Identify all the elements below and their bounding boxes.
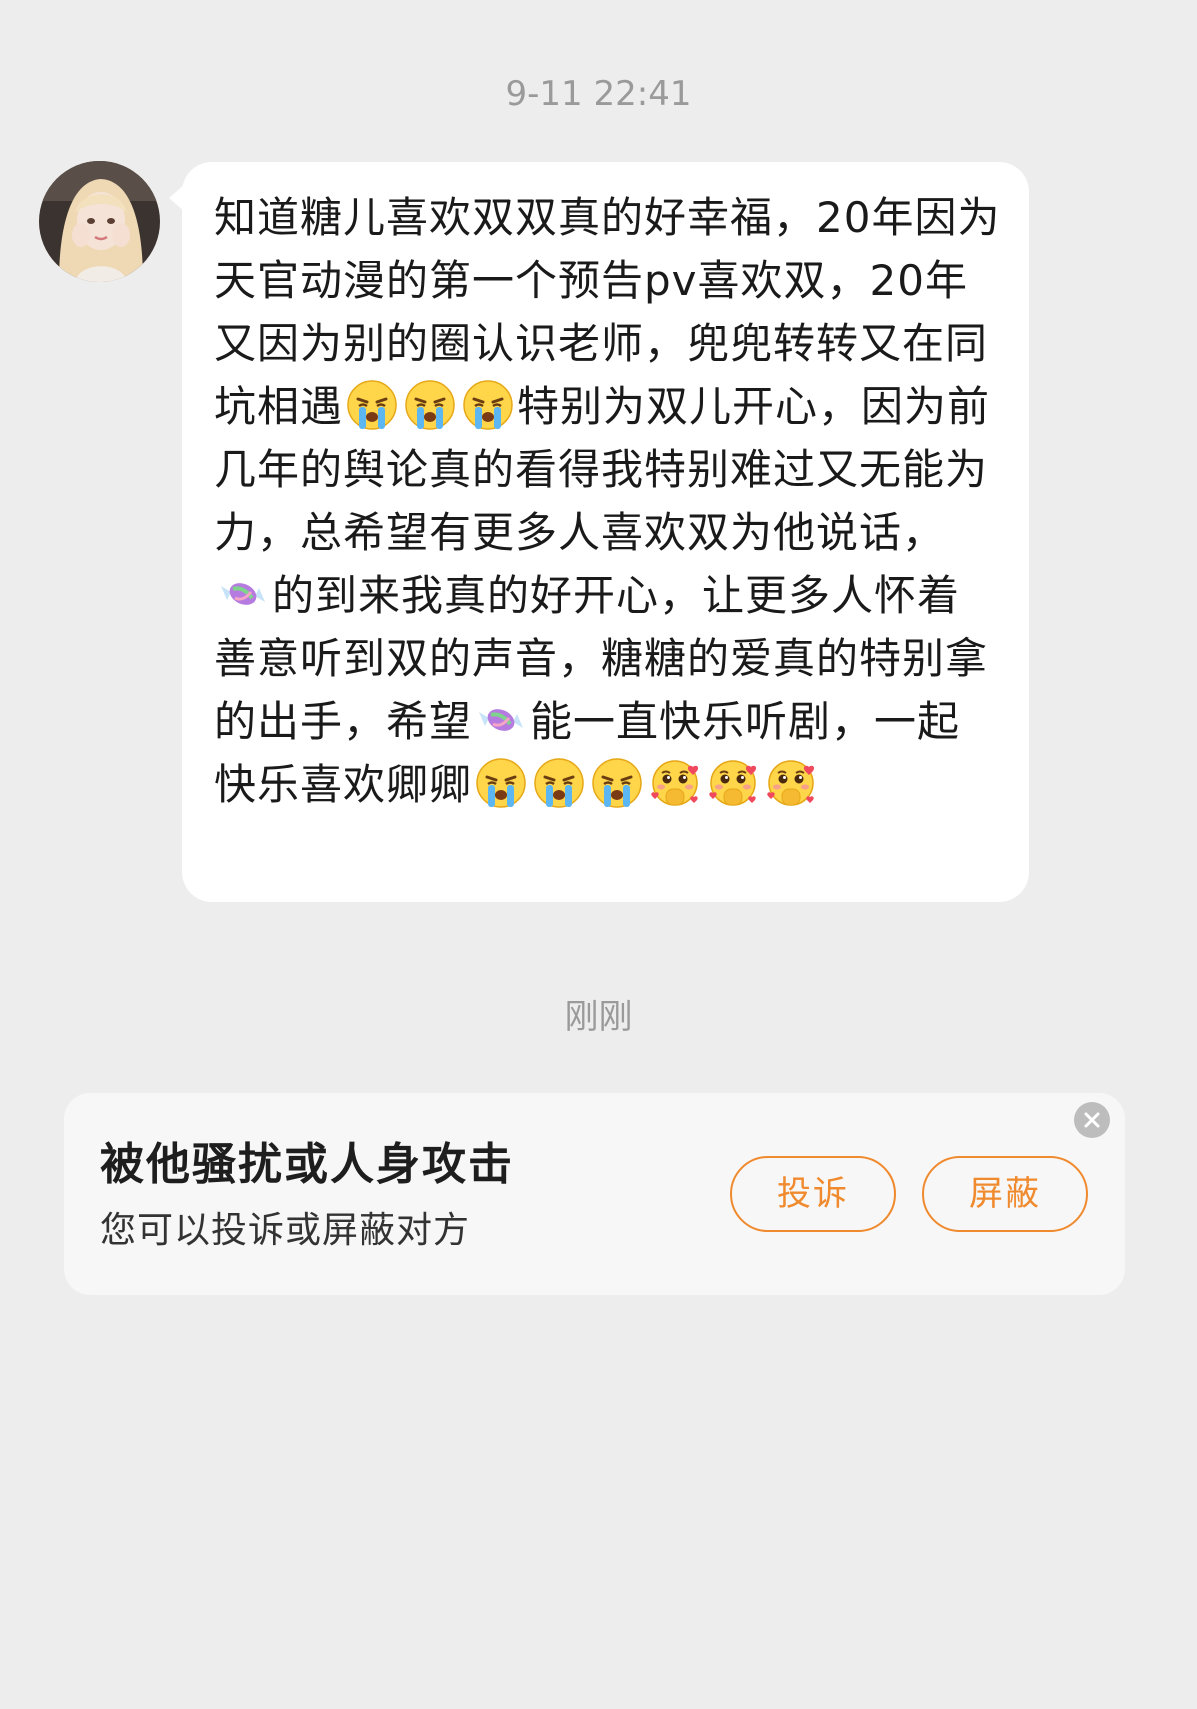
pleading-hearts-face-icon <box>649 757 701 809</box>
crying-face-icon <box>475 757 527 809</box>
crying-face-icon <box>462 379 514 431</box>
avatar[interactable] <box>39 161 160 282</box>
message-text: 知道糖儿喜欢双双真的好幸福，20年因为天官动漫的第一个预告pv喜欢双，20年又因… <box>214 186 1001 816</box>
report-title: 被他骚扰或人身攻击 <box>100 1139 514 1190</box>
bubble-tail <box>169 184 185 212</box>
pleading-hearts-face-icon <box>707 757 759 809</box>
close-icon <box>1084 1112 1100 1128</box>
candy-icon <box>217 568 269 620</box>
candy-icon <box>475 694 527 746</box>
timestamp-recent: 刚刚 <box>564 997 633 1037</box>
report-card: 被他骚扰或人身攻击 您可以投诉或屏蔽对方 投诉 屏蔽 <box>64 1093 1125 1295</box>
close-button[interactable] <box>1074 1102 1110 1138</box>
crying-face-icon <box>404 379 456 431</box>
crying-face-icon <box>533 757 585 809</box>
report-subtitle: 您可以投诉或屏蔽对方 <box>100 1210 471 1251</box>
crying-face-icon <box>591 757 643 809</box>
crying-face-icon <box>346 379 398 431</box>
timestamp-top: 9-11 22:41 <box>505 74 692 114</box>
message-bubble[interactable]: 知道糖儿喜欢双双真的好幸福，20年因为天官动漫的第一个预告pv喜欢双，20年又因… <box>169 162 1029 902</box>
report-button[interactable]: 投诉 <box>730 1156 896 1232</box>
pleading-hearts-face-icon <box>765 757 817 809</box>
block-button[interactable]: 屏蔽 <box>922 1156 1088 1232</box>
